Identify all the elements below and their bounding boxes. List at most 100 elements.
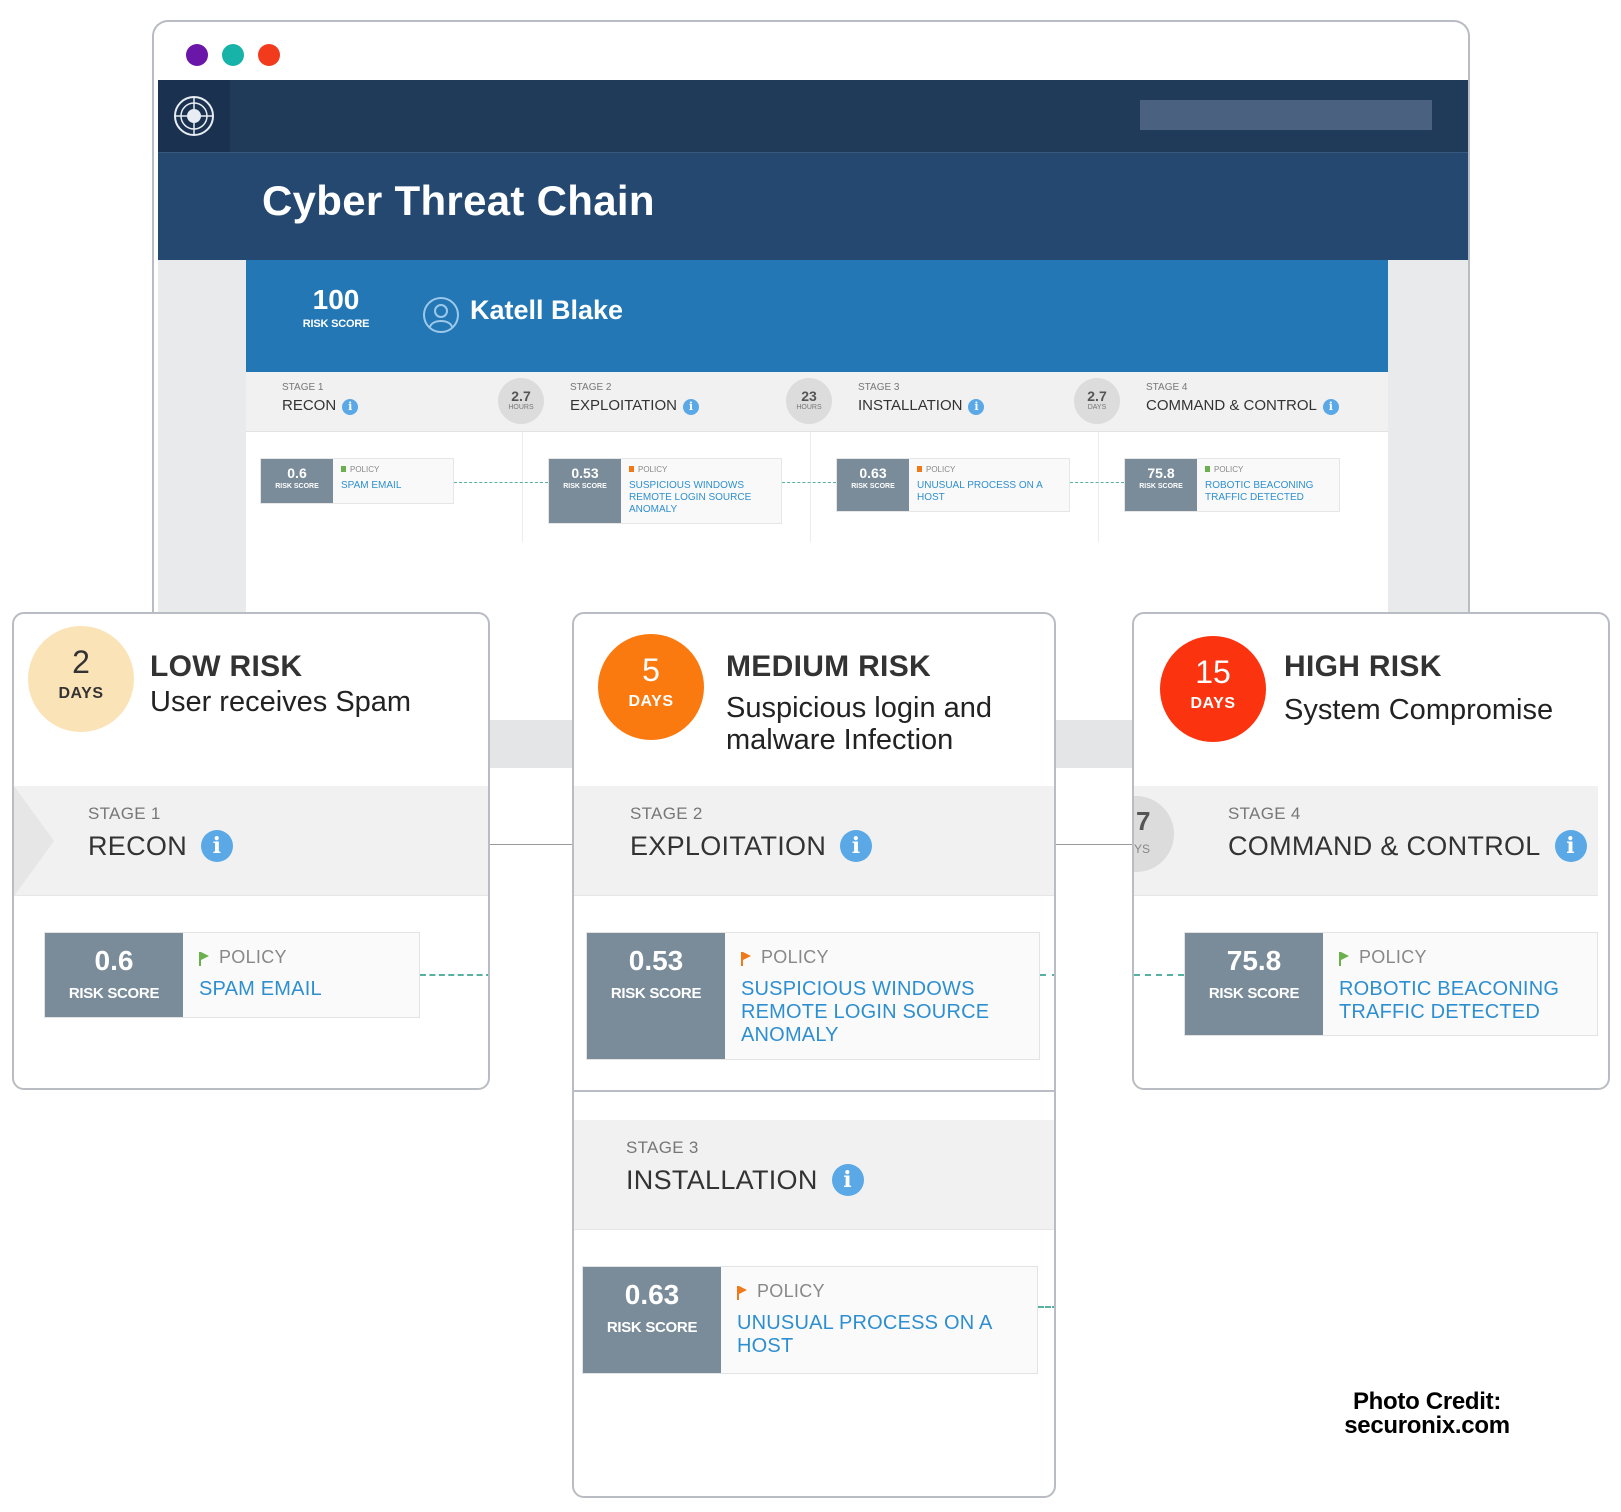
info-icon[interactable]: i — [831, 1164, 864, 1196]
mini-score-box: 75.8 RISK SCORE — [1125, 459, 1197, 511]
stage-header[interactable]: 7 YS STAGE 4 COMMAND & CONTROL i — [1134, 786, 1598, 896]
duration-badge: 23 HOURS — [786, 378, 832, 424]
stage-header[interactable]: STAGE 3 INSTALLATION i — [574, 1120, 1054, 1230]
mini-score-label: RISK SCORE — [275, 483, 319, 490]
stage-divider — [1098, 432, 1099, 542]
days-value: 2 — [72, 644, 90, 680]
days-label: DAYS — [1190, 695, 1236, 712]
stage-header[interactable]: STAGE 2 EXPLOITATION i — [574, 786, 1054, 896]
policy-card[interactable]: 0.6 RISK SCORE POLICY SPAM EMAIL — [44, 932, 420, 1018]
score-value: 0.53 — [628, 945, 684, 976]
policy-card[interactable]: 0.53 RISK SCORE POLICY SUSPICIOUS WINDOW… — [586, 932, 1040, 1060]
mini-policy-description[interactable]: UNUSUAL PROCESS ON A HOST — [917, 480, 1057, 504]
mini-stage-name: EXPLOITATION — [570, 397, 677, 414]
info-icon[interactable]: i — [840, 830, 873, 862]
connector-line — [782, 482, 836, 483]
callout-connector-line — [1054, 844, 1134, 845]
flag-icon — [1339, 952, 1349, 966]
window-controls — [186, 44, 280, 66]
callout-connector — [488, 720, 574, 768]
policy-description[interactable]: SUSPICIOUS WINDOWS REMOTE LOGIN SOURCE A… — [741, 978, 1015, 1047]
policy-description[interactable]: SPAM EMAIL — [199, 978, 322, 1001]
stage-divider — [522, 432, 523, 542]
search-input[interactable] — [1140, 100, 1432, 130]
duration-unit: HOURS — [796, 404, 822, 411]
page-title: Cyber Threat Chain — [262, 177, 655, 224]
mini-policy-card-2[interactable]: 0.53 RISK SCORE POLICY SUSPICIOUS WINDOW… — [548, 458, 782, 524]
app-logo[interactable] — [158, 80, 230, 152]
connector-line — [420, 974, 488, 976]
stage-name: COMMAND & CONTROL — [1228, 831, 1541, 861]
stage-name: INSTALLATION — [626, 1165, 818, 1195]
user-name[interactable]: Katell Blake — [470, 295, 623, 326]
photo-credit-line1: Photo Credit: — [1352, 1388, 1502, 1415]
connector-line — [1134, 974, 1184, 976]
duration-badge: 2.7 HOURS — [498, 378, 544, 424]
mini-score-box: 0.63 RISK SCORE — [837, 459, 909, 511]
policy-text: POLICY — [1359, 947, 1427, 967]
policy-label: POLICY — [1339, 947, 1583, 968]
mini-policy-card-3[interactable]: 0.63 RISK SCORE POLICY UNUSUAL PROCESS O… — [836, 458, 1070, 512]
policy-card[interactable]: 0.63 RISK SCORE POLICY UNUSUAL PROCESS O… — [582, 1266, 1038, 1374]
mini-policy-card-4[interactable]: 75.8 RISK SCORE POLICY ROBOTIC BEACONING… — [1124, 458, 1340, 512]
callout-connector-line — [488, 844, 574, 845]
callout-connector — [1054, 720, 1134, 768]
risk-description-line1: Suspicious login and — [726, 692, 993, 724]
title-bar: Cyber Threat Chain — [158, 152, 1468, 260]
medium-risk-callout: 5 DAYS MEDIUM RISK Suspicious login and … — [572, 612, 1056, 1498]
days-value: 15 — [1195, 654, 1231, 690]
user-avatar-icon — [423, 297, 459, 333]
days-badge: 2 DAYS — [28, 626, 134, 732]
flag-icon — [741, 952, 751, 966]
callout-divider — [574, 1090, 1054, 1092]
window-dot-red[interactable] — [258, 44, 280, 66]
photo-credit-line2: securonix.com — [1344, 1412, 1510, 1439]
info-icon[interactable]: i — [201, 830, 234, 862]
policy-description[interactable]: ROBOTIC BEACONING TRAFFIC DETECTED — [1339, 978, 1583, 1024]
mini-stage-4[interactable]: STAGE 4 COMMAND & CONTROL i — [1146, 382, 1339, 415]
info-icon[interactable]: i — [968, 399, 985, 415]
policy-label: POLICY — [737, 1281, 1001, 1302]
globe-logo-icon — [174, 96, 214, 136]
mini-score-label: RISK SCORE — [851, 483, 895, 490]
stage-header[interactable]: STAGE 1 RECON i — [14, 786, 488, 896]
window-dot-purple[interactable] — [186, 44, 208, 66]
info-icon[interactable]: i — [682, 399, 699, 415]
mini-stage-number: STAGE 4 — [1146, 382, 1188, 393]
flag-icon — [341, 466, 346, 472]
mini-policy-description[interactable]: SPAM EMAIL — [341, 480, 401, 492]
mini-policy-description[interactable]: ROBOTIC BEACONING TRAFFIC DETECTED — [1205, 480, 1325, 504]
mini-policy-description[interactable]: SUSPICIOUS WINDOWS REMOTE LOGIN SOURCE A… — [629, 480, 769, 516]
policy-label: POLICY — [741, 947, 1015, 968]
user-risk-score: 100 RISK SCORE — [300, 284, 372, 330]
high-risk-callout: 15 DAYS HIGH RISK System Compromise 7 YS… — [1132, 612, 1610, 1090]
low-risk-callout: 2 DAYS LOW RISK User receives Spam STAGE… — [12, 612, 490, 1090]
info-icon[interactable]: i — [1322, 399, 1339, 415]
score-label: RISK SCORE — [606, 1319, 698, 1336]
mini-stage-2[interactable]: STAGE 2 EXPLOITATION i — [570, 382, 699, 415]
mini-stage-number: STAGE 2 — [570, 382, 612, 393]
top-navbar — [158, 80, 1468, 152]
score-value: 0.6 — [94, 945, 134, 976]
policy-text: POLICY — [757, 1281, 825, 1301]
policy-card[interactable]: 75.8 RISK SCORE POLICY ROBOTIC BEACONING… — [1184, 932, 1598, 1036]
window-dot-teal[interactable] — [222, 44, 244, 66]
connector-line — [1040, 974, 1054, 976]
mini-policy-card-1[interactable]: 0.6 RISK SCORE POLICY SPAM EMAIL — [260, 458, 454, 504]
flag-icon — [1205, 466, 1210, 472]
user-summary-bar: 100 RISK SCORE Katell Blake — [246, 260, 1388, 372]
policy-description[interactable]: UNUSUAL PROCESS ON A HOST — [737, 1312, 1001, 1358]
mini-score-label: RISK SCORE — [1139, 483, 1183, 490]
score-label: RISK SCORE — [1208, 985, 1300, 1002]
mini-stage-1[interactable]: STAGE 1 RECON i — [282, 382, 359, 415]
stage-number: STAGE 4 — [1228, 804, 1301, 823]
info-icon[interactable]: i — [1554, 830, 1587, 862]
mini-score-value: 0.63 — [859, 465, 887, 481]
info-icon[interactable]: i — [342, 399, 359, 415]
mini-stage-number: STAGE 1 — [282, 382, 324, 393]
duration-value: 7 — [1136, 806, 1151, 836]
stage-name: EXPLOITATION — [630, 831, 827, 861]
score-value: 75.8 — [1226, 945, 1282, 976]
mini-policy-label: POLICY — [917, 465, 1057, 474]
mini-stage-3[interactable]: STAGE 3 INSTALLATION i — [858, 382, 985, 415]
